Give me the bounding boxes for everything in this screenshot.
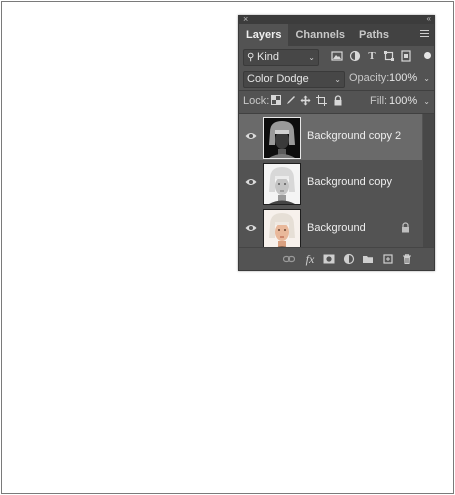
layer-name[interactable]: Background copy 2 (307, 130, 401, 142)
link-layers-icon[interactable] (282, 253, 296, 265)
opacity-label: Opacity: (349, 72, 390, 84)
visibility-eye-icon[interactable] (245, 222, 257, 234)
filter-toggle[interactable] (424, 52, 431, 59)
lock-transparent-icon[interactable] (270, 95, 281, 107)
tab-channels[interactable]: Channels (288, 24, 352, 46)
layer-lock-icon[interactable] (401, 222, 410, 233)
fill-chevron-icon[interactable]: ⌄ (423, 94, 430, 109)
opacity-input[interactable]: 100% (389, 71, 417, 86)
lock-artboard-icon[interactable] (316, 95, 327, 107)
blend-mode-value: Color Dodge (247, 73, 309, 85)
fill-input[interactable]: 100% (389, 94, 417, 109)
add-mask-icon[interactable] (323, 253, 335, 265)
chevron-down-icon: ⌄ (334, 75, 341, 84)
type-filter-icon[interactable]: T (366, 50, 378, 62)
layers-panel: × « Layers Channels Paths ⚲ Kind ⌄ T Col… (238, 14, 435, 271)
filter-kind-label: Kind (257, 51, 280, 63)
chevron-down-icon: ⌄ (308, 53, 315, 62)
lock-row: Lock: Fill: 100% ⌄ (239, 91, 434, 113)
visibility-eye-icon[interactable] (245, 176, 257, 188)
new-adjustment-icon[interactable] (343, 253, 355, 265)
filter-kind-dropdown[interactable]: ⚲ Kind ⌄ (243, 49, 319, 66)
layers-list: Background copy 2 Background copy Backgr… (239, 114, 434, 252)
layer-thumbnail-dark-portrait[interactable] (263, 117, 301, 159)
layer-thumbnail-grayscale-portrait[interactable] (263, 163, 301, 205)
layer-thumbnail-color-portrait[interactable] (263, 209, 301, 251)
search-icon: ⚲ (247, 52, 255, 63)
lock-label: Lock: (243, 95, 270, 107)
new-layer-icon[interactable] (382, 253, 394, 265)
blend-row: Color Dodge ⌄ Opacity: 100% ⌄ (239, 68, 434, 90)
adjustment-filter-icon[interactable] (349, 50, 361, 62)
close-icon[interactable]: × (243, 14, 248, 24)
smart-object-filter-icon[interactable] (400, 50, 412, 62)
tab-layers[interactable]: Layers (239, 24, 289, 46)
layers-scrollbar[interactable] (423, 114, 434, 252)
layer-row[interactable]: Background copy (239, 160, 422, 206)
panel-bottom-bar: fx (239, 247, 434, 270)
layer-row[interactable]: Background (239, 206, 422, 252)
panel-menu-icon[interactable] (420, 30, 429, 39)
tab-paths[interactable]: Paths (352, 24, 396, 46)
layer-name[interactable]: Background copy (307, 176, 392, 188)
opacity-chevron-icon[interactable]: ⌄ (423, 71, 430, 86)
collapse-icon[interactable]: « (427, 14, 432, 23)
fx-icon[interactable]: fx (304, 253, 316, 265)
fill-label: Fill: (370, 95, 388, 107)
image-filter-icon[interactable] (331, 50, 343, 62)
panel-tabs: Layers Channels Paths (239, 24, 434, 46)
lock-position-icon[interactable] (300, 95, 311, 107)
layer-name[interactable]: Background (307, 222, 366, 234)
panel-title-bar[interactable]: × « (239, 14, 434, 24)
visibility-eye-icon[interactable] (245, 130, 257, 142)
layer-row[interactable]: Background copy 2 (239, 114, 422, 160)
blend-mode-dropdown[interactable]: Color Dodge ⌄ (243, 71, 345, 88)
lock-all-icon[interactable] (332, 95, 343, 107)
delete-layer-icon[interactable] (401, 253, 413, 265)
filter-row: ⚲ Kind ⌄ T (239, 46, 434, 68)
new-group-icon[interactable] (362, 253, 374, 265)
shape-filter-icon[interactable] (383, 50, 395, 62)
lock-pixels-icon[interactable] (285, 95, 296, 107)
